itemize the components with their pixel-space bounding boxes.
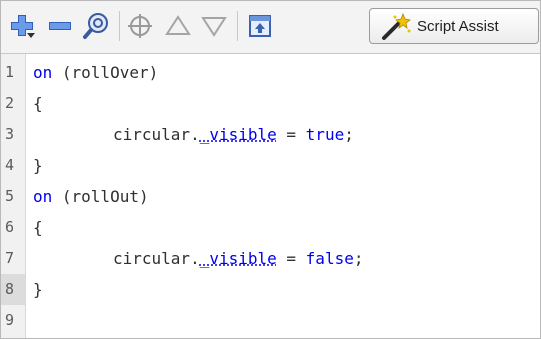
line-number: 2 <box>5 94 15 112</box>
line-number: 9 <box>5 311 15 329</box>
keyword-token: false <box>305 249 354 268</box>
code-text: { <box>33 88 43 119</box>
code-line[interactable]: 6{ <box>1 212 540 243</box>
code-text: on (rollOut) <box>33 181 149 212</box>
line-number: 3 <box>5 125 15 143</box>
keyword-token: on <box>33 187 53 206</box>
move-down-button[interactable] <box>197 9 231 43</box>
line-number: 6 <box>5 218 15 236</box>
line-number: 4 <box>5 156 15 174</box>
delete-statement-button[interactable] <box>43 9 77 43</box>
line-number: 5 <box>5 187 15 205</box>
code-token: = <box>276 249 306 268</box>
down-triangle-icon <box>201 17 227 37</box>
code-editor[interactable]: 1 on (rollOver) 2{3 circular._visible = tru… <box>1 54 540 338</box>
code-token: } <box>33 156 43 175</box>
line-number: 8 <box>1 274 25 305</box>
code-token: } <box>33 280 43 299</box>
collapse-button[interactable] <box>243 9 277 43</box>
magic-wand-icon <box>382 13 411 40</box>
actions-panel: Script Assist 1 on (rollOver) 2{3 circular.… <box>0 0 541 339</box>
code-text: circular._visible = true; <box>33 119 354 150</box>
add-statement-button[interactable] <box>5 9 39 43</box>
code-token: = <box>276 125 306 144</box>
code-line[interactable]: 5 on (rollOut) <box>1 181 540 212</box>
code-token: (rollOut) <box>52 187 149 206</box>
code-token: circular. <box>113 125 200 144</box>
up-triangle-icon <box>165 15 191 35</box>
code-line[interactable]: 8} <box>1 274 540 305</box>
move-up-button[interactable] <box>161 9 195 43</box>
line-number: 7 <box>5 249 15 267</box>
code-token: { <box>33 218 43 237</box>
find-icon <box>83 13 108 39</box>
target-icon <box>128 14 152 38</box>
code-token: ; <box>344 125 354 144</box>
code-line[interactable]: 9 <box>1 305 540 336</box>
property-token: _visible <box>199 249 277 268</box>
insert-target-path-button[interactable] <box>123 9 157 43</box>
code-text: { <box>33 212 43 243</box>
find-button[interactable] <box>79 9 113 43</box>
collapse-icon <box>249 15 271 37</box>
code-text: } <box>33 150 43 181</box>
actions-toolbar: Script Assist <box>1 1 540 54</box>
keyword-token: on <box>33 63 53 82</box>
code-line[interactable]: 4} <box>1 150 540 181</box>
code-line[interactable]: 1 on (rollOver) <box>1 57 540 88</box>
code-token: ; <box>353 249 364 268</box>
plus-icon <box>11 15 35 38</box>
script-assist-button[interactable]: Script Assist <box>369 8 539 44</box>
code-token: circular. <box>113 249 200 268</box>
minus-icon <box>49 22 71 30</box>
code-token: { <box>33 94 43 113</box>
property-token: _visible <box>199 125 277 144</box>
keyword-token: true <box>305 125 345 144</box>
code-text: circular._visible = false; <box>33 243 363 274</box>
code-line[interactable]: 7 circular._visible = false; <box>1 243 540 274</box>
code-line[interactable]: 2{ <box>1 88 540 119</box>
line-number: 1 <box>5 63 15 81</box>
toolbar-divider <box>119 11 120 41</box>
code-line[interactable]: 3 circular._visible = true; <box>1 119 540 150</box>
code-text: on (rollOver) <box>33 57 158 88</box>
script-assist-label: Script Assist <box>417 18 499 35</box>
toolbar-divider <box>237 11 238 41</box>
code-token: (rollOver) <box>52 63 159 82</box>
code-text: } <box>33 274 43 305</box>
